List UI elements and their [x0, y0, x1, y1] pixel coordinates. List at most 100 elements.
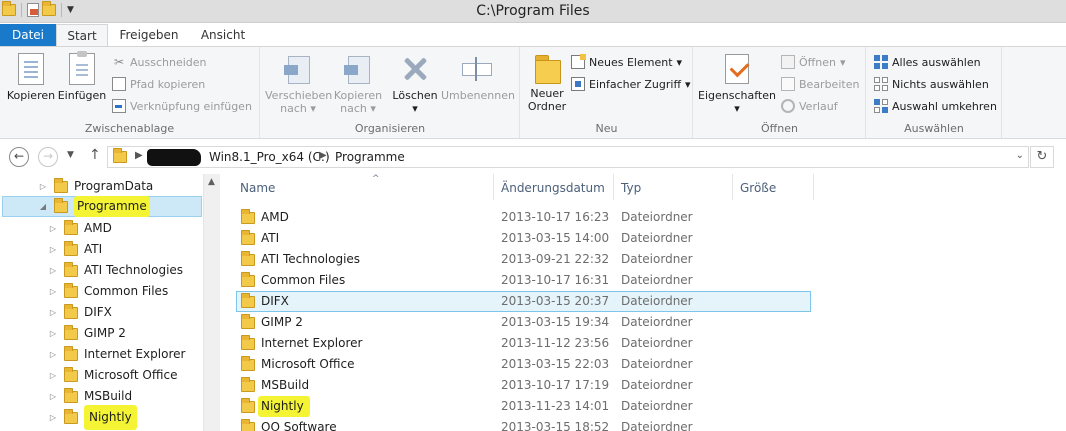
edit-label: Bearbeiten — [799, 77, 860, 91]
list-item[interactable]: ATI Technologies 2013-09-21 22:32 Dateio… — [236, 249, 811, 270]
copy-to-icon — [342, 53, 374, 85]
new-folder-button[interactable]: Neuer Ordner — [523, 53, 571, 113]
history-button[interactable]: Verlauf — [781, 97, 838, 115]
address-bar[interactable]: ▶ Win8.1_Pro_x64 (C:) ▶ Programme ⌄ — [107, 146, 1029, 168]
cut-label: Ausschneiden — [130, 55, 207, 69]
copy-to-button[interactable]: Kopieren nach ▾ — [331, 53, 385, 115]
item-date: 2013-03-15 20:37 — [501, 294, 610, 308]
organize-group: Verschieben nach ▾ Kopieren nach ▾ Lösch… — [261, 47, 520, 138]
tree-item-programdata[interactable]: ▷ ProgramData — [38, 176, 153, 197]
list-item[interactable]: OO Software 2013-03-15 18:52 Dateiordner — [236, 417, 811, 431]
column-header-name[interactable]: ^ Name — [234, 174, 494, 200]
move-to-button[interactable]: Verschieben nach ▾ — [265, 53, 332, 115]
tree-item-common-files[interactable]: ▷ Common Files — [48, 281, 168, 302]
tree-item-ati-technologies[interactable]: ▷ ATI Technologies — [48, 260, 183, 281]
tree-item-internet-explorer[interactable]: ▷ Internet Explorer — [48, 344, 185, 365]
expand-icon[interactable]: ▷ — [48, 407, 58, 428]
back-arrow-icon: ← — [13, 149, 25, 163]
tree-item-ati[interactable]: ▷ ATI — [48, 239, 102, 260]
expand-icon[interactable]: ▷ — [48, 302, 58, 323]
expand-icon[interactable]: ▷ — [48, 344, 58, 365]
address-dropdown-icon[interactable]: ⌄ — [1016, 150, 1024, 161]
back-button[interactable]: ← — [9, 147, 29, 167]
copy-path-icon — [112, 77, 126, 91]
forward-button[interactable]: → — [38, 147, 58, 167]
up-button[interactable]: ↑ — [89, 147, 101, 163]
tree-item-msbuild[interactable]: ▷ MSBuild — [48, 386, 132, 407]
refresh-button[interactable]: ↻ — [1030, 146, 1054, 168]
list-item[interactable]: ATI 2013-03-15 14:00 Dateiordner — [236, 228, 811, 249]
tree-item-label: Nightly — [84, 405, 137, 430]
tree-item-programme[interactable]: ◢ Programme — [2, 196, 202, 217]
column-header-date[interactable]: Änderungsdatum — [495, 174, 614, 200]
tab-view[interactable]: Ansicht — [194, 24, 252, 46]
new-item-button[interactable]: Neues Element ▾ — [571, 53, 682, 71]
tab-share[interactable]: Freigeben — [118, 24, 180, 46]
list-item[interactable]: MSBuild 2013-10-17 17:19 Dateiordner — [236, 375, 811, 396]
tree-item-nightly[interactable]: ▷ Nightly — [48, 405, 137, 430]
tree-item-amd[interactable]: ▷ AMD — [48, 218, 112, 239]
item-type: Dateiordner — [621, 336, 693, 350]
properties-icon — [722, 53, 752, 85]
folder-icon — [241, 251, 255, 266]
tree-item-difx[interactable]: ▷ DIFX — [48, 302, 112, 323]
folder-icon — [54, 177, 68, 193]
tab-start[interactable]: Start — [56, 24, 108, 46]
item-date: 2013-10-17 16:23 — [501, 210, 610, 224]
rename-label: Umbenennen — [441, 89, 515, 102]
list-item[interactable]: Nightly 2013-11-23 14:01 Dateiordner — [236, 396, 811, 417]
new-folder-icon — [532, 53, 562, 84]
expand-icon[interactable]: ▷ — [48, 386, 58, 407]
tree-item-microsoft-office[interactable]: ▷ Microsoft Office — [48, 365, 177, 386]
copy-path-button[interactable]: Pfad kopieren — [112, 75, 205, 93]
tree-scrollbar[interactable]: ▲ — [203, 174, 220, 431]
breadcrumb-chevron-icon[interactable]: ▶ — [319, 150, 327, 161]
rename-button[interactable]: Umbenennen — [441, 53, 515, 102]
expand-icon[interactable]: ▷ — [48, 260, 58, 281]
expand-icon[interactable]: ▷ — [48, 323, 58, 344]
paste-shortcut-button[interactable]: Verknüpfung einfügen — [112, 97, 252, 115]
expand-icon[interactable]: ▷ — [48, 239, 58, 260]
properties-button[interactable]: Eigenschaften ▾ — [698, 53, 776, 115]
address-row: ← → ▼ ↑ ▶ Win8.1_Pro_x64 (C:) ▶ Programm… — [0, 143, 1066, 171]
expand-icon[interactable]: ▷ — [48, 281, 58, 302]
column-header-size[interactable]: Größe — [734, 174, 814, 200]
cut-button[interactable]: ✂ Ausschneiden — [112, 53, 207, 71]
list-item[interactable]: Common Files 2013-10-17 16:31 Dateiordne… — [236, 270, 811, 291]
expand-icon[interactable]: ▷ — [48, 218, 58, 239]
item-name: DIFX — [261, 294, 289, 308]
invert-selection-button[interactable]: Auswahl umkehren — [874, 97, 997, 115]
chevron-down-icon: ▼ — [67, 150, 74, 160]
tab-file[interactable]: Datei — [0, 24, 56, 46]
delete-icon — [399, 53, 431, 85]
tree-item-label: DIFX — [84, 305, 112, 319]
history-icon — [781, 99, 795, 113]
column-header-type[interactable]: Typ — [615, 174, 733, 200]
list-item[interactable]: GIMP 2 2013-03-15 19:34 Dateiordner — [236, 312, 811, 333]
recent-locations-button[interactable]: ▼ — [67, 150, 74, 160]
item-name: OO Software — [261, 420, 337, 431]
tree-item-gimp-2[interactable]: ▷ GIMP 2 — [48, 323, 126, 344]
scroll-up-icon[interactable]: ▲ — [208, 177, 215, 187]
list-item[interactable]: Microsoft Office 2013-03-15 22:03 Dateio… — [236, 354, 811, 375]
collapse-icon[interactable]: ◢ — [38, 196, 48, 217]
select-none-button[interactable]: Nichts auswählen — [874, 75, 989, 93]
open-button[interactable]: Öffnen ▾ — [781, 53, 845, 71]
copy-button[interactable]: Kopieren — [6, 53, 56, 102]
item-type: Dateiordner — [621, 273, 693, 287]
breadcrumb-drive[interactable]: Win8.1_Pro_x64 (C:) — [209, 150, 330, 164]
select-all-button[interactable]: Alles auswählen — [874, 53, 981, 71]
list-item[interactable]: DIFX 2013-03-15 20:37 Dateiordner — [236, 291, 811, 312]
breadcrumb-chevron-icon[interactable]: ▶ — [135, 150, 143, 161]
list-item[interactable]: AMD 2013-10-17 16:23 Dateiordner — [236, 207, 811, 228]
list-item[interactable]: Internet Explorer 2013-11-12 23:56 Datei… — [236, 333, 811, 354]
paste-button[interactable]: Einfügen — [57, 51, 107, 102]
breadcrumb-folder[interactable]: Programme — [335, 150, 405, 164]
expand-icon[interactable]: ▷ — [38, 176, 48, 197]
expand-icon[interactable]: ▷ — [48, 365, 58, 386]
ribbon-tabs: Datei Start Freigeben Ansicht — [0, 24, 1066, 46]
easy-access-button[interactable]: Einfacher Zugriff ▾ — [571, 75, 691, 93]
delete-button[interactable]: Löschen ▾ — [389, 53, 441, 115]
folder-icon — [64, 324, 78, 340]
edit-button[interactable]: Bearbeiten — [781, 75, 859, 93]
